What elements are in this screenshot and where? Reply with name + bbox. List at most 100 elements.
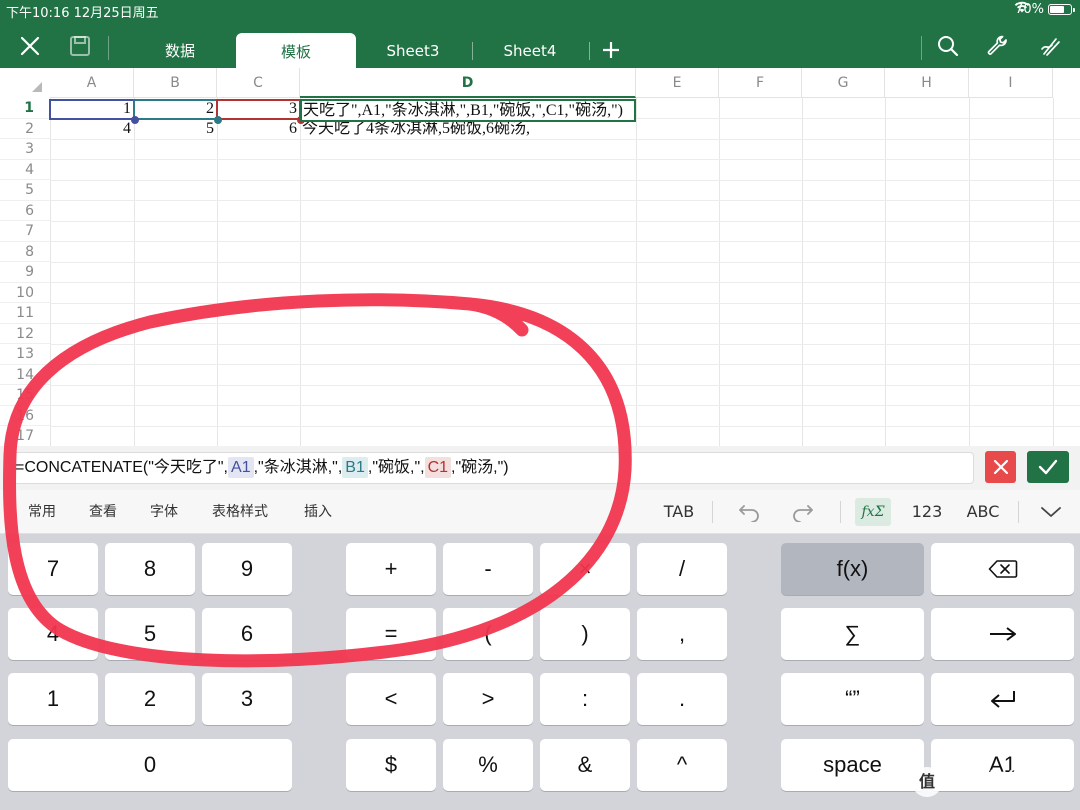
row-header-6[interactable]: 6	[0, 201, 50, 221]
key-ampersand[interactable]: &	[540, 739, 630, 791]
column-header-d[interactable]: D	[300, 68, 636, 98]
formula-reference-b1[interactable]: B1	[342, 457, 368, 478]
row-header-14[interactable]: 14	[0, 365, 50, 385]
row-header-2[interactable]: 2	[0, 119, 50, 139]
key-less-than[interactable]: <	[346, 673, 436, 725]
close-button[interactable]	[14, 30, 46, 62]
numeric-keyboard-button[interactable]: 123	[906, 490, 948, 534]
cell-a2[interactable]: 4	[50, 119, 134, 139]
tab-key[interactable]: TAB	[656, 490, 702, 534]
search-button[interactable]	[932, 30, 964, 62]
key-backspace[interactable]	[931, 543, 1074, 595]
key-minus[interactable]: -	[443, 543, 533, 595]
key-0[interactable]: 0	[8, 739, 292, 791]
ribbon-tab-insert[interactable]: 插入	[304, 490, 332, 534]
key-divide[interactable]: /	[637, 543, 727, 595]
function-keyboard-button[interactable]: fxΣ	[855, 498, 891, 526]
row-header-9[interactable]: 9	[0, 262, 50, 283]
ribbon-tab-font[interactable]: 字体	[150, 490, 178, 534]
key-8[interactable]: 8	[105, 543, 195, 595]
key-period[interactable]: .	[637, 673, 727, 725]
key-sum[interactable]: ∑	[781, 608, 924, 660]
cell-b2[interactable]: 5	[134, 119, 217, 139]
key-dollar[interactable]: $	[346, 739, 436, 791]
key-9[interactable]: 9	[202, 543, 292, 595]
key-1[interactable]: 1	[8, 673, 98, 725]
reference-handle[interactable]	[131, 116, 139, 124]
formula-reference-a1[interactable]: A1	[228, 457, 254, 478]
undo-button[interactable]	[734, 498, 764, 526]
column-header-a[interactable]: A	[50, 68, 134, 98]
formula-text: =CONCATENATE("今天吃了",	[15, 459, 229, 476]
row-header-5[interactable]: 5	[0, 180, 50, 201]
column-header-i[interactable]: I	[969, 68, 1053, 98]
tab-sheet4[interactable]: Sheet4	[472, 33, 588, 68]
key-6[interactable]: 6	[202, 608, 292, 660]
row-header-11[interactable]: 11	[0, 303, 50, 324]
key-5[interactable]: 5	[105, 608, 195, 660]
key-caret[interactable]: ^	[637, 739, 727, 791]
key-quotes[interactable]: “”	[781, 673, 924, 725]
cell-c2[interactable]: 6	[217, 119, 300, 139]
ribbon-tab-view[interactable]: 查看	[89, 490, 117, 534]
key-enter[interactable]	[931, 673, 1074, 725]
key-left-paren[interactable]: (	[443, 608, 533, 660]
column-header-b[interactable]: B	[134, 68, 217, 98]
row-header-7[interactable]: 7	[0, 221, 50, 242]
row-header-12[interactable]: 12	[0, 324, 50, 344]
row-header-4[interactable]: 4	[0, 160, 50, 180]
formula-input[interactable]: =CONCATENATE("今天吃了", A1 ,"条冰淇淋,", B1 ,"碗饭,",…	[8, 452, 974, 484]
ribbon-tab-table-style[interactable]: 表格样式	[212, 490, 268, 534]
grid-line	[50, 159, 1080, 160]
column-header-c[interactable]: C	[217, 68, 300, 98]
save-button[interactable]	[64, 30, 96, 62]
key-function[interactable]: f(x)	[781, 543, 924, 595]
row-header-1[interactable]: 1	[0, 98, 50, 119]
key-equals[interactable]: =	[346, 608, 436, 660]
tools-button[interactable]	[982, 30, 1014, 62]
tab-template[interactable]: 模板	[236, 33, 356, 69]
row-header-15[interactable]: 15	[0, 385, 50, 406]
column-header-e[interactable]: E	[636, 68, 719, 98]
select-all-button[interactable]	[0, 68, 50, 98]
tab-sheet3[interactable]: Sheet3	[354, 33, 472, 68]
key-4[interactable]: 4	[8, 608, 98, 660]
reference-handle[interactable]	[214, 116, 222, 124]
key-7[interactable]: 7	[8, 543, 98, 595]
row-header-10[interactable]: 10	[0, 283, 50, 303]
key-multiply[interactable]: ×	[540, 543, 630, 595]
key-space[interactable]: space	[781, 739, 924, 791]
draw-button[interactable]	[1034, 30, 1066, 62]
key-comma[interactable]: ,	[637, 608, 727, 660]
row-header-17[interactable]: 17	[0, 426, 50, 446]
row-header-3[interactable]: 3	[0, 139, 50, 160]
formula-reference-c1[interactable]: C1	[424, 457, 452, 478]
cell-d2[interactable]: 今天吃了4条冰淇淋,5碗饭,6碗汤,	[302, 119, 636, 139]
cancel-formula-button[interactable]	[985, 451, 1016, 483]
wrench-icon	[987, 35, 1007, 55]
key-greater-than[interactable]: >	[443, 673, 533, 725]
key-arrow-right[interactable]	[931, 608, 1074, 660]
key-3[interactable]: 3	[202, 673, 292, 725]
column-header-h[interactable]: H	[885, 68, 969, 98]
grid-line	[1053, 98, 1054, 446]
add-sheet-button[interactable]	[596, 33, 626, 66]
row-header-8[interactable]: 8	[0, 242, 50, 262]
redo-button[interactable]	[788, 498, 818, 526]
ribbon-tab-common[interactable]: 常用	[28, 490, 56, 534]
key-right-paren[interactable]: )	[540, 608, 630, 660]
row-header-13[interactable]: 13	[0, 344, 50, 365]
row-header-16[interactable]: 16	[0, 406, 50, 426]
tab-data[interactable]: 数据	[120, 33, 240, 68]
column-header-g[interactable]: G	[802, 68, 885, 98]
key-plus[interactable]: +	[346, 543, 436, 595]
spreadsheet-grid[interactable]: A B C D E F G H I 1 2 3 4 5 6 7 8 9 10 1…	[0, 68, 1080, 446]
cell-d1-editing[interactable]: 天吃了",A1,"条冰淇淋,",B1,"碗饭,",C1,"碗汤,")	[300, 99, 636, 122]
column-header-f[interactable]: F	[719, 68, 802, 98]
alpha-keyboard-button[interactable]: ABC	[960, 490, 1006, 534]
key-percent[interactable]: %	[443, 739, 533, 791]
key-colon[interactable]: :	[540, 673, 630, 725]
key-2[interactable]: 2	[105, 673, 195, 725]
confirm-formula-button[interactable]	[1027, 451, 1069, 483]
hide-keyboard-button[interactable]	[1036, 498, 1066, 526]
